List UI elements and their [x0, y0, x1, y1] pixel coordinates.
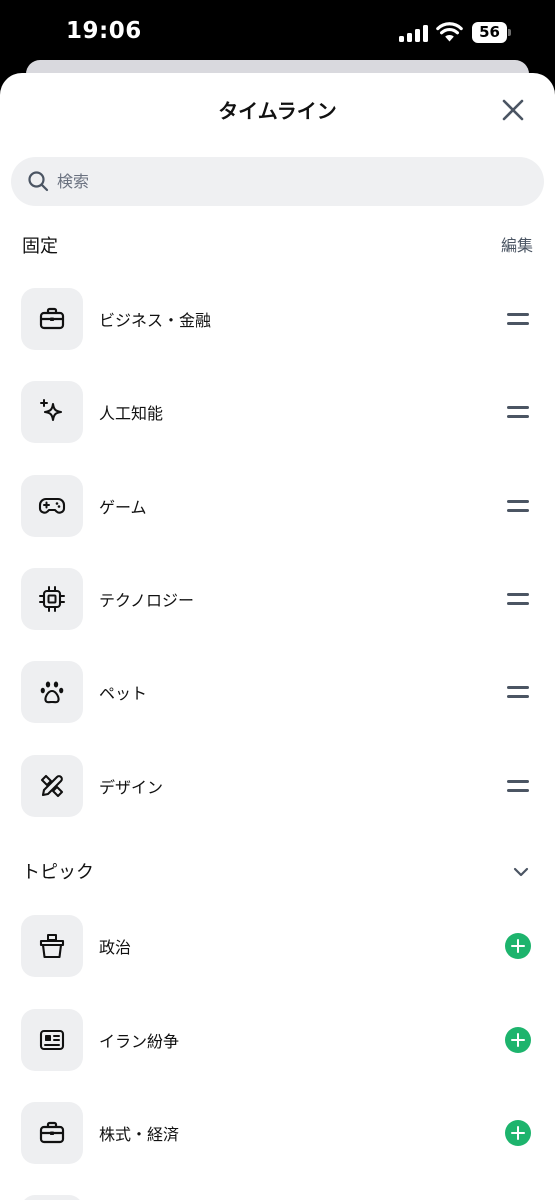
item-label: テクノロジー [99, 591, 195, 610]
timeline-sheet: タイムライン 固定 編集 ビジネス・金融 [0, 73, 555, 1200]
search-icon [28, 171, 49, 192]
pinned-item-games[interactable]: ゲーム [0, 475, 555, 537]
pinned-item-technology[interactable]: テクノロジー [0, 568, 555, 630]
edit-button[interactable]: 編集 [501, 232, 533, 256]
item-label: デザイン [99, 778, 164, 797]
ballot-box-icon [39, 934, 65, 959]
drag-handle-icon[interactable] [507, 777, 529, 795]
briefcase-icon [39, 307, 65, 330]
add-topic-button[interactable] [505, 1120, 531, 1146]
add-topic-button[interactable] [505, 933, 531, 959]
item-label: 株式・経済 [99, 1125, 180, 1144]
item-label: ゲーム [99, 498, 147, 517]
pinned-item-ai[interactable]: 人工知能 [0, 381, 555, 443]
status-bar: 19:06 56 [0, 0, 555, 68]
topics-section-title: トピック [22, 862, 94, 883]
drag-handle-icon[interactable] [507, 310, 529, 328]
battery-level: 56 [479, 23, 500, 41]
pinned-section-header: 固定 編集 [22, 232, 533, 262]
chevron-down-icon[interactable] [509, 860, 533, 884]
gamepad-icon [38, 497, 66, 514]
search-bar[interactable] [11, 157, 544, 206]
item-label: 政治 [99, 938, 132, 957]
drag-handle-icon[interactable] [507, 403, 529, 421]
pinned-item-pets[interactable]: ペット [0, 661, 555, 723]
drag-handle-icon[interactable] [507, 590, 529, 608]
wifi-icon [436, 22, 463, 42]
topic-item-stocks-economy[interactable]: 株式・経済 [0, 1102, 555, 1164]
topic-item-partial[interactable] [0, 1195, 555, 1200]
pencil-ruler-icon [40, 774, 64, 798]
sparkle-icon [40, 399, 63, 422]
item-label: 人工知能 [99, 404, 164, 423]
topic-item-iran-conflict[interactable]: イラン紛争 [0, 1009, 555, 1071]
close-icon[interactable] [498, 95, 528, 125]
pinned-item-design[interactable]: デザイン [0, 755, 555, 817]
sheet-title: タイムライン [218, 99, 337, 123]
topics-section-header[interactable]: トピック [22, 858, 533, 888]
topic-item-politics[interactable]: 政治 [0, 915, 555, 977]
pinned-section-title: 固定 [22, 236, 58, 257]
chip-icon [39, 586, 65, 612]
add-topic-button[interactable] [505, 1027, 531, 1053]
briefcase-icon [39, 1121, 65, 1144]
pinned-item-business[interactable]: ビジネス・金融 [0, 288, 555, 350]
item-label: ビジネス・金融 [99, 311, 212, 330]
search-input[interactable] [57, 157, 527, 206]
status-time: 19:06 [66, 18, 142, 44]
drag-handle-icon[interactable] [507, 497, 529, 515]
drag-handle-icon[interactable] [507, 683, 529, 701]
battery-icon: 56 [472, 22, 511, 43]
item-label: ペット [99, 684, 148, 703]
cellular-signal-icon [399, 25, 428, 42]
paw-icon [40, 681, 64, 704]
newspaper-icon [39, 1029, 65, 1051]
item-label: イラン紛争 [99, 1032, 180, 1051]
